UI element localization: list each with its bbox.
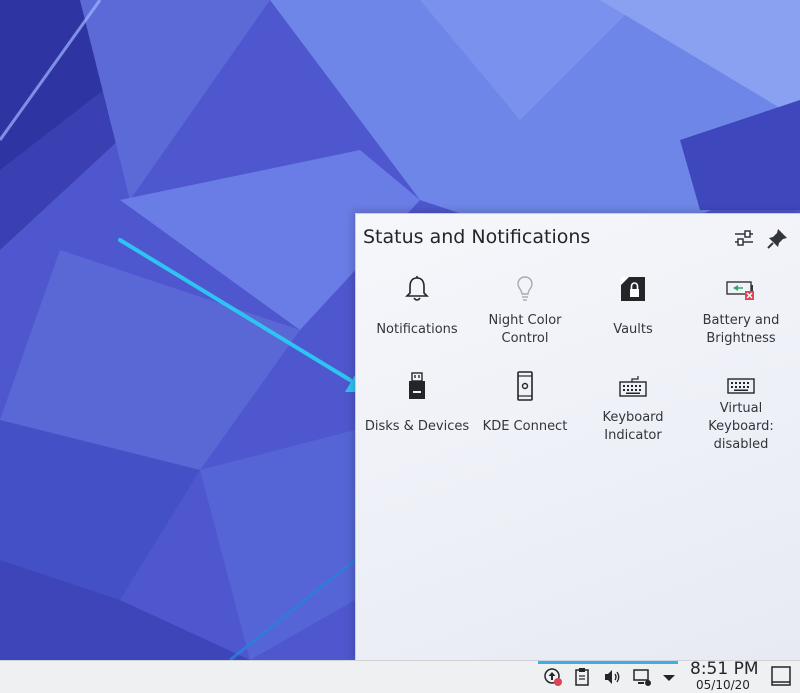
notifications-label: Notifications	[376, 322, 458, 337]
battery-brightness-label: Battery and Brightness	[702, 313, 780, 346]
clipboard-tray-button[interactable]	[572, 667, 592, 687]
keyboard-indicator-label: Keyboard Indicator	[602, 410, 664, 443]
disks-devices-applet[interactable]: Disks & Devices	[363, 366, 471, 463]
popup-title: Status and Notifications	[363, 226, 591, 248]
configure-icon	[735, 230, 753, 246]
taskbar-panel: 8:51 PM 05/10/20	[0, 659, 800, 693]
network-tray-button[interactable]	[632, 667, 652, 687]
update-icon	[544, 668, 562, 686]
update-tray-button[interactable]	[543, 667, 563, 687]
vaults-label: Vaults	[613, 322, 653, 337]
notifications-applet[interactable]: Notifications	[363, 269, 471, 366]
keyboard-indicator-applet[interactable]: Keyboard Indicator	[579, 366, 687, 463]
kde-connect-applet[interactable]: KDE Connect	[471, 366, 579, 463]
configure-button[interactable]	[732, 226, 756, 250]
virtual-keyboard-applet[interactable]: Virtual Keyboard: disabled	[687, 366, 795, 463]
night-color-applet[interactable]: Night Color Control	[471, 269, 579, 366]
vault-icon	[613, 269, 653, 309]
clipboard-icon	[575, 668, 589, 686]
volume-icon	[605, 670, 620, 684]
clock-date[interactable]: 05/10/20	[696, 678, 750, 692]
network-icon	[633, 669, 651, 686]
popup-header: Status and Notifications	[356, 214, 800, 262]
status-notifications-popup: Status and Notifications Notifications N…	[355, 213, 800, 661]
expand-tray-button[interactable]	[659, 667, 679, 687]
battery-brightness-applet[interactable]: Battery and Brightness	[687, 269, 795, 366]
show-desktop-icon	[771, 666, 791, 686]
night-color-label: Night Color Control	[488, 313, 562, 346]
show-desktop-button[interactable]	[770, 665, 792, 687]
pin-button[interactable]	[766, 226, 790, 250]
volume-tray-button[interactable]	[602, 667, 622, 687]
expand-arrow-icon	[663, 675, 675, 681]
keyboard-icon	[613, 366, 653, 406]
disks-devices-label: Disks & Devices	[364, 419, 470, 434]
vaults-applet[interactable]: Vaults	[579, 269, 687, 366]
pin-icon	[767, 229, 787, 249]
bell-icon	[397, 269, 437, 309]
lightbulb-icon	[505, 269, 545, 309]
battery-icon	[721, 269, 761, 309]
tray-active-indicator	[538, 661, 678, 664]
clock-time[interactable]: 8:51 PM	[690, 659, 759, 679]
phone-icon	[505, 366, 545, 406]
virtual-keyboard-label: Virtual Keyboard: disabled	[708, 401, 774, 452]
usb-drive-icon	[397, 366, 437, 406]
kde-connect-label: KDE Connect	[482, 419, 568, 434]
